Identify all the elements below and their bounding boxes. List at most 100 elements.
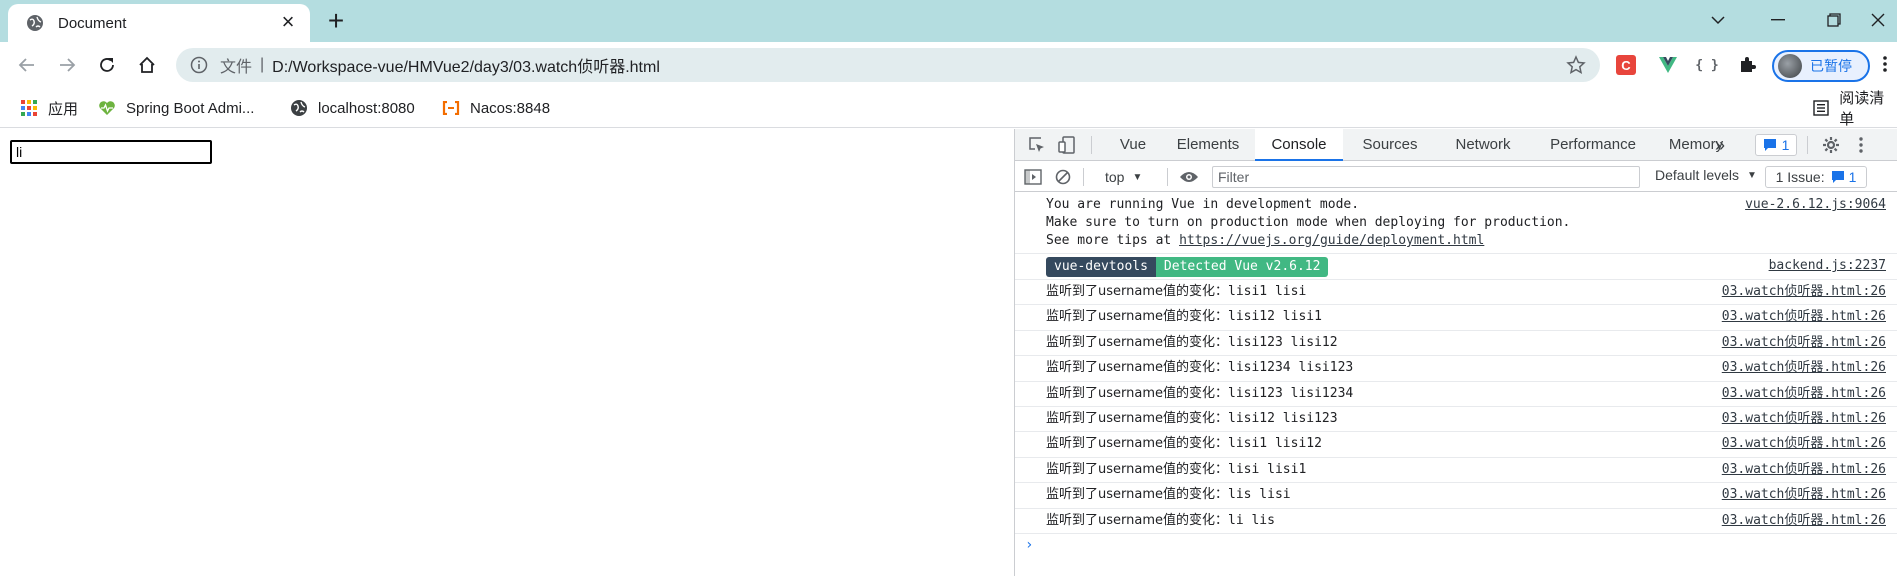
- close-window-icon[interactable]: [1860, 6, 1896, 34]
- tab-network[interactable]: Network: [1437, 129, 1529, 161]
- source-link[interactable]: 03.watch侦听器.html:26: [1722, 382, 1886, 406]
- tab-vue[interactable]: Vue: [1105, 129, 1161, 161]
- source-link[interactable]: 03.watch侦听器.html:26: [1722, 356, 1886, 380]
- eye-icon[interactable]: [1179, 167, 1199, 187]
- clear-console-icon[interactable]: [1053, 167, 1073, 187]
- caret-down-icon: ▼: [1132, 171, 1143, 183]
- log-values: lisi1 lisi: [1228, 284, 1307, 299]
- reload-icon[interactable]: [92, 50, 122, 80]
- url-text[interactable]: D:/Workspace-vue/HMVue2/day3/03.watch侦听器…: [272, 53, 660, 77]
- message-text: See more tips at https://vuejs.org/guide…: [1046, 232, 1888, 250]
- vue-devtools-extension-icon[interactable]: [1655, 52, 1681, 78]
- tab-performance[interactable]: Performance: [1533, 129, 1653, 161]
- page-viewport: [0, 129, 1014, 576]
- globe-icon: [26, 14, 44, 32]
- log-prefix: 监听到了username值的变化：: [1046, 385, 1228, 401]
- gear-icon[interactable]: [1821, 135, 1841, 155]
- source-link[interactable]: backend.js:2237: [1769, 257, 1886, 275]
- source-link[interactable]: 03.watch侦听器.html:26: [1722, 305, 1886, 329]
- source-link[interactable]: 03.watch侦听器.html:26: [1722, 407, 1886, 431]
- bookmarks-bar: 应用 Spring Boot Admi... localhost:8080 Na…: [0, 88, 1897, 128]
- bookmark-localhost[interactable]: localhost:8080: [290, 96, 415, 120]
- messages-badge[interactable]: 1: [1755, 134, 1797, 156]
- device-toolbar-icon[interactable]: [1057, 135, 1077, 155]
- issues-label: 1 Issue:: [1775, 169, 1825, 185]
- more-vert-icon[interactable]: [1882, 54, 1896, 76]
- devtools-tab-bar: Vue Elements Console Sources Network Per…: [1015, 129, 1897, 161]
- source-link[interactable]: vue-2.6.12.js:9064: [1745, 196, 1886, 214]
- log-prefix: 监听到了username值的变化：: [1046, 436, 1228, 452]
- message-text-prefix: See more tips at: [1046, 233, 1180, 248]
- divider: [1083, 168, 1084, 186]
- tab-elements[interactable]: Elements: [1165, 129, 1251, 161]
- scheme-label: 文件: [220, 59, 253, 76]
- puzzle-icon[interactable]: [1734, 52, 1760, 78]
- deployment-link[interactable]: https://vuejs.org/guide/deployment.html: [1179, 233, 1484, 248]
- info-icon[interactable]: [190, 56, 208, 74]
- source-link[interactable]: 03.watch侦听器.html:26: [1722, 509, 1886, 533]
- profile-button[interactable]: 已暂停: [1772, 50, 1870, 82]
- log-values: lis lisi: [1228, 487, 1291, 503]
- tab-sources[interactable]: Sources: [1347, 129, 1433, 161]
- log-values: li lis: [1228, 512, 1275, 528]
- filter-input[interactable]: [1212, 166, 1640, 188]
- inspect-element-icon[interactable]: [1027, 135, 1047, 155]
- json-extension-icon[interactable]: { }: [1694, 52, 1720, 78]
- message-text: Make sure to turn on production mode whe…: [1046, 215, 1571, 230]
- log-levels-select[interactable]: Default levels ▼: [1655, 167, 1757, 183]
- forward-icon[interactable]: [52, 50, 82, 80]
- caret-down-icon: ▼: [1747, 169, 1757, 181]
- extension-c-icon[interactable]: C: [1616, 55, 1636, 75]
- globe-icon: [290, 99, 308, 117]
- separator: |: [260, 56, 265, 73]
- tab-strip: Document × +: [0, 0, 1897, 42]
- restore-icon[interactable]: [1812, 6, 1856, 34]
- log-prefix: 监听到了username值的变化：: [1046, 334, 1228, 350]
- log-values: lisi123 lisi12: [1228, 334, 1338, 350]
- source-link[interactable]: 03.watch侦听器.html:26: [1722, 280, 1886, 304]
- source-link[interactable]: 03.watch侦听器.html:26: [1722, 458, 1886, 482]
- tab-console[interactable]: Console: [1255, 129, 1343, 161]
- browser-tab[interactable]: Document ×: [8, 4, 310, 42]
- username-input[interactable]: [10, 140, 212, 164]
- levels-label: Default levels: [1655, 167, 1740, 183]
- minimize-icon[interactable]: [1756, 6, 1800, 34]
- new-tab-button[interactable]: +: [322, 7, 350, 35]
- bookmark-nacos[interactable]: Nacos:8848: [442, 96, 550, 120]
- more-vert-icon[interactable]: [1851, 135, 1871, 155]
- nacos-icon: [442, 99, 460, 117]
- bookmark-apps[interactable]: 应用: [20, 96, 78, 120]
- chevron-down-icon[interactable]: [1696, 6, 1740, 34]
- log-prefix: 监听到了username值的变化：: [1046, 461, 1228, 477]
- table-row: 监听到了username值的变化：lisi1 lisi12 03.watch侦听器…: [1015, 432, 1897, 458]
- more-tabs-icon[interactable]: »: [1705, 129, 1735, 161]
- reading-list[interactable]: 阅读清单: [1812, 90, 1897, 128]
- log-prefix: 监听到了username值的变化：: [1046, 309, 1228, 325]
- bookmark-label: Nacos:8848: [470, 99, 551, 117]
- star-icon[interactable]: [1566, 55, 1586, 75]
- console-prompt[interactable]: ›: [1015, 534, 1897, 558]
- source-link[interactable]: 03.watch侦听器.html:26: [1722, 331, 1886, 355]
- table-row: 监听到了username值的变化：lisi123 lisi12 03.watch侦…: [1015, 331, 1897, 357]
- source-link[interactable]: 03.watch侦听器.html:26: [1722, 483, 1886, 507]
- context-select[interactable]: top ▼: [1105, 167, 1142, 187]
- reading-list-icon: [1812, 99, 1829, 117]
- back-icon[interactable]: [12, 50, 42, 80]
- reading-list-label: 阅读清单: [1839, 90, 1885, 128]
- bookmark-label: Spring Boot Admi...: [126, 99, 255, 117]
- console-message: vue-devtools Detected Vue v2.6.12 backend…: [1015, 254, 1897, 280]
- issues-button[interactable]: 1 Issue: 1: [1765, 166, 1867, 188]
- address-bar[interactable]: 文件 | D:/Workspace-vue/HMVue2/day3/03.wat…: [176, 48, 1600, 82]
- divider: [1091, 136, 1092, 154]
- divider: [1807, 136, 1808, 154]
- home-icon[interactable]: [132, 50, 162, 80]
- close-icon[interactable]: ×: [278, 11, 298, 33]
- source-link[interactable]: 03.watch侦听器.html:26: [1722, 432, 1886, 456]
- log-list: 监听到了username值的变化：lisi1 lisi 03.watch侦听器.h…: [1015, 280, 1897, 534]
- sidebar-toggle-icon[interactable]: [1023, 167, 1043, 187]
- table-row: 监听到了username值的变化：lisi12 lisi123 03.watch侦…: [1015, 407, 1897, 433]
- log-values: lisi lisi1: [1228, 461, 1307, 477]
- log-values: lisi1234 lisi123: [1228, 360, 1354, 376]
- bookmark-spring-boot-admin[interactable]: Spring Boot Admi...: [98, 96, 254, 120]
- vue-devtools-badge: vue-devtools: [1046, 256, 1156, 277]
